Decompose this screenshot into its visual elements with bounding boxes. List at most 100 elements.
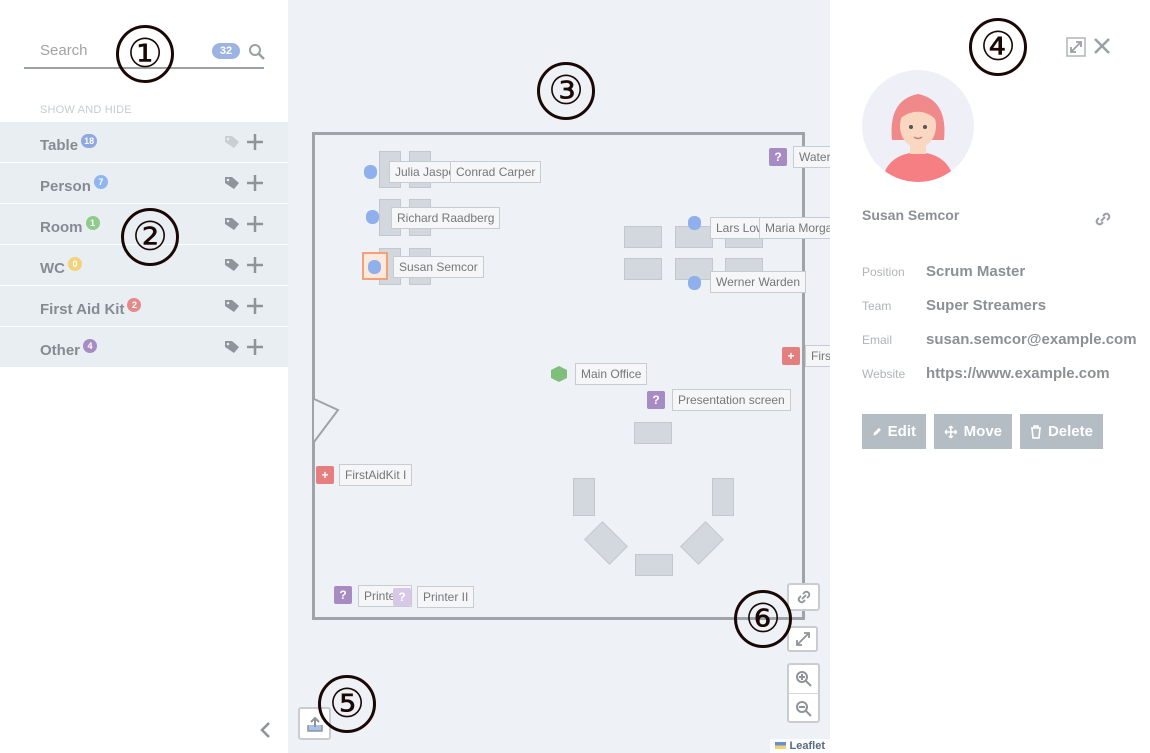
category-count-badge: 4 <box>83 339 98 353</box>
expand-icon[interactable] <box>1066 37 1086 57</box>
category-item-first-aid-kit[interactable]: First Aid Kit 2 <box>0 286 288 326</box>
desk[interactable] <box>634 422 672 444</box>
map-label-first-aid[interactable]: First <box>805 345 830 367</box>
flag-icon <box>774 742 786 749</box>
map-label-person[interactable]: Conrad Carper <box>450 161 542 183</box>
category-label: WC 0 <box>40 257 82 277</box>
trash-icon <box>1030 424 1041 439</box>
first-aid-marker-icon[interactable]: + <box>782 347 800 365</box>
zoom-out-icon[interactable] <box>795 700 813 718</box>
zoom-in-icon[interactable] <box>795 670 813 688</box>
map-label-other[interactable]: Water <box>793 146 830 168</box>
desk[interactable] <box>573 478 595 516</box>
plus-icon[interactable] <box>246 338 264 356</box>
person-marker[interactable] <box>688 216 701 230</box>
plus-icon[interactable] <box>246 256 264 274</box>
person-marker[interactable] <box>366 210 379 224</box>
tag-icon[interactable] <box>224 135 240 149</box>
map-label-person[interactable]: Richard Raadberg <box>391 207 501 229</box>
map-label-person[interactable]: Werner Warden <box>710 271 807 293</box>
info-value[interactable]: https://www.example.com <box>926 365 1110 382</box>
link-button[interactable] <box>787 583 820 611</box>
tag-icon[interactable] <box>224 217 240 231</box>
selected-person-marker[interactable] <box>362 252 388 280</box>
avatar-illustration-icon <box>882 94 954 182</box>
category-count-badge: 0 <box>68 257 82 271</box>
map-label-other[interactable]: Printer II <box>417 586 475 608</box>
category-label: Person 7 <box>40 175 108 195</box>
category-label: Room 1 <box>40 216 100 236</box>
callout-1: ① <box>116 25 174 83</box>
leaflet-attribution[interactable]: Leaflet <box>769 739 830 753</box>
question-marker-icon[interactable]: ? <box>393 588 411 606</box>
question-marker-icon[interactable]: ? <box>769 148 787 166</box>
category-count-badge: 7 <box>93 175 108 189</box>
search-count-badge: 32 <box>212 43 240 59</box>
category-count-badge: 2 <box>127 298 142 312</box>
category-count-badge: 1 <box>85 216 100 230</box>
info-key: Email <box>862 333 893 347</box>
tag-icon[interactable] <box>224 258 240 272</box>
room-marker-icon[interactable] <box>550 365 568 383</box>
link-icon[interactable] <box>1092 208 1114 230</box>
category-item-person[interactable]: Person 7 <box>0 163 288 203</box>
info-row-website: Website https://www.example.com <box>862 364 1150 386</box>
info-value[interactable]: susan.semcor@example.com <box>926 331 1137 348</box>
map-label-person[interactable]: Maria Morga <box>759 217 830 239</box>
info-row-position: Position Scrum Master <box>862 262 1150 284</box>
map-label-first-aid[interactable]: FirstAidKit I <box>339 464 413 486</box>
tag-icon[interactable] <box>224 340 240 354</box>
plus-icon[interactable] <box>246 174 264 192</box>
zoom-control <box>787 663 820 723</box>
plus-icon[interactable] <box>246 133 264 151</box>
delete-button[interactable]: Delete <box>1020 414 1103 449</box>
move-label: Move <box>963 423 1002 440</box>
category-item-table[interactable]: Table 18 <box>0 122 288 162</box>
person-marker[interactable] <box>688 276 701 290</box>
callout-5: ⑤ <box>318 675 376 733</box>
pencil-icon <box>873 427 881 435</box>
link-icon <box>797 590 811 604</box>
category-label: Other 4 <box>40 339 98 359</box>
info-key: Website <box>862 367 906 381</box>
map-label-room[interactable]: Main Office <box>575 363 648 385</box>
desk[interactable] <box>712 478 734 516</box>
edit-label: Edit <box>887 423 916 440</box>
category-item-other[interactable]: Other 4 <box>0 327 288 367</box>
desk[interactable] <box>624 226 662 248</box>
zoom-divider <box>789 693 818 694</box>
first-aid-marker-icon[interactable]: + <box>316 466 334 484</box>
tag-icon[interactable] <box>224 299 240 313</box>
plus-icon[interactable] <box>246 297 264 315</box>
tag-icon[interactable] <box>224 176 240 190</box>
edit-button[interactable]: Edit <box>862 414 926 449</box>
desk[interactable] <box>624 258 662 280</box>
sidebar: 32 SHOW AND HIDE Table18 Person7 Room1 W… <box>0 0 288 753</box>
map-label-other[interactable]: Presentation screen <box>672 389 791 411</box>
info-value: Scrum Master <box>926 263 1026 280</box>
info-value: Super Streamers <box>926 297 1047 314</box>
delete-label: Delete <box>1047 423 1093 440</box>
move-button[interactable]: Move <box>934 414 1012 449</box>
category-count-badge: 18 <box>81 134 98 148</box>
info-row-team: Team Super Streamers <box>862 296 1150 318</box>
person-marker[interactable] <box>364 165 377 179</box>
detail-panel: Susan Semcor Position Scrum Master Team … <box>830 0 1150 753</box>
question-marker-icon[interactable]: ? <box>334 586 352 604</box>
question-marker-icon[interactable]: ? <box>647 391 665 409</box>
chevron-left-icon[interactable] <box>257 720 273 740</box>
callout-6: ⑥ <box>734 590 792 648</box>
fullscreen-icon <box>796 632 810 646</box>
plus-icon[interactable] <box>246 215 264 233</box>
callout-4: ④ <box>969 18 1027 76</box>
fullscreen-button[interactable] <box>787 626 818 652</box>
info-row-email: Email susan.semcor@example.com <box>862 330 1150 352</box>
avatar <box>862 70 974 182</box>
category-label: First Aid Kit 2 <box>40 298 142 318</box>
move-icon <box>944 425 958 438</box>
search-icon[interactable] <box>248 43 266 61</box>
desk[interactable] <box>635 554 673 576</box>
close-icon[interactable] <box>1092 36 1112 56</box>
door-icon <box>313 398 340 443</box>
map-label-person[interactable]: Susan Semcor <box>393 256 484 278</box>
